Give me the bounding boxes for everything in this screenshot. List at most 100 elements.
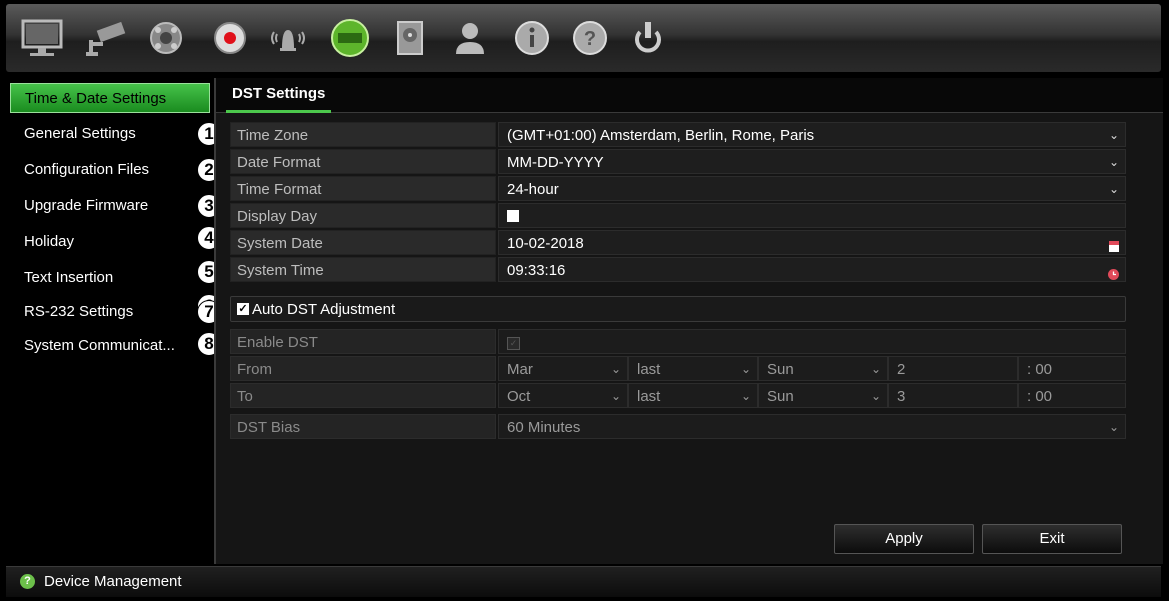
to-week-value: last: [637, 388, 661, 405]
app-window: ? Time & Date Settings General Settings …: [0, 0, 1169, 601]
power-icon[interactable]: [624, 14, 672, 62]
to-hour-field: 3: [888, 383, 1018, 408]
sidebar-item-rs232-settings[interactable]: RS-232 Settings: [10, 297, 210, 327]
to-minutes-field: : 00: [1018, 383, 1126, 408]
system-time-value: 09:33:16: [507, 262, 566, 279]
time-zone-value: (GMT+01:00) Amsterdam, Berlin, Rome, Par…: [507, 127, 815, 144]
chevron-down-icon: ⌄: [740, 362, 751, 376]
display-day-label: Display Day: [230, 203, 496, 228]
tab-dst-settings[interactable]: DST Settings: [226, 78, 332, 113]
dst-from-row: From Mar ⌄ last ⌄ Sun ⌄ 2 : 00: [230, 356, 1126, 382]
time-zone-select[interactable]: (GMT+01:00) Amsterdam, Berlin, Rome, Par…: [498, 122, 1126, 147]
dst-to-row: To Oct ⌄ last ⌄ Sun ⌄ 3 : 00: [230, 383, 1126, 409]
help-icon[interactable]: ?: [20, 574, 35, 589]
system-time-row: System Time 09:33:16: [230, 257, 1126, 283]
exit-button[interactable]: Exit: [982, 524, 1122, 554]
sidebar-item-upgrade-firmware[interactable]: Upgrade Firmware: [10, 191, 210, 221]
from-week-value: last: [637, 361, 661, 378]
chevron-down-icon: ⌄: [870, 389, 881, 403]
user-icon[interactable]: [446, 14, 494, 62]
from-day-value: Sun: [767, 361, 794, 378]
date-format-select[interactable]: MM-DD-YYYY ⌄: [498, 149, 1126, 174]
sidebar-item-text-insertion[interactable]: Text Insertion: [10, 263, 210, 293]
dst-from-label: From: [230, 356, 496, 381]
system-time-field[interactable]: 09:33:16: [498, 257, 1126, 282]
chevron-down-icon: ⌄: [1108, 155, 1119, 169]
chevron-down-icon: ⌄: [1108, 128, 1119, 142]
monitor-icon[interactable]: [18, 14, 66, 62]
to-week-select: last ⌄: [628, 383, 758, 408]
storage-icon[interactable]: [386, 14, 434, 62]
system-time-label: System Time: [230, 257, 496, 282]
sidebar-item-configuration-files[interactable]: Configuration Files: [10, 155, 210, 185]
status-title: Device Management: [44, 573, 182, 590]
to-minutes-value: : 00: [1027, 388, 1053, 405]
time-format-value: 24-hour: [507, 181, 559, 198]
system-date-field[interactable]: 10-02-2018: [498, 230, 1126, 255]
display-day-checkbox[interactable]: [507, 209, 519, 222]
display-day-row: Display Day: [230, 203, 1126, 229]
time-format-select[interactable]: 24-hour ⌄: [498, 176, 1126, 201]
date-format-label: Date Format: [230, 149, 496, 174]
top-menu-bar: ?: [6, 4, 1161, 72]
sidebar-item-time-date-settings[interactable]: Time & Date Settings: [10, 83, 210, 113]
network-icon[interactable]: [142, 14, 190, 62]
enable-dst-field: ✓: [498, 329, 1126, 354]
dst-bias-label: DST Bias: [230, 414, 496, 439]
auto-dst-checkbox[interactable]: ✓: [237, 302, 249, 315]
device-management-icon[interactable]: [326, 14, 374, 62]
from-hour-value: 2: [897, 361, 906, 378]
sidebar-item-system-communication[interactable]: System Communicat...: [10, 331, 210, 361]
display-day-field: [498, 203, 1126, 228]
time-format-row: Time Format 24-hour ⌄: [230, 176, 1126, 202]
auto-dst-label: Auto DST Adjustment: [252, 301, 396, 318]
from-week-select: last ⌄: [628, 356, 758, 381]
sidebar: Time & Date Settings General Settings Co…: [6, 78, 221, 564]
chevron-down-icon: ⌄: [1108, 420, 1119, 434]
from-hour-field: 2: [888, 356, 1018, 381]
svg-text:?: ?: [584, 28, 596, 50]
from-minutes-value: : 00: [1027, 361, 1053, 378]
time-format-label: Time Format: [230, 176, 496, 201]
system-date-row: System Date 10-02-2018: [230, 230, 1126, 256]
to-hour-value: 3: [897, 388, 906, 405]
chevron-down-icon: ⌄: [610, 362, 621, 376]
from-day-select: Sun ⌄: [758, 356, 888, 381]
tab-bar: DST Settings: [216, 78, 1163, 113]
dst-to-label: To: [230, 383, 496, 408]
dst-bias-row: DST Bias 60 Minutes ⌄: [230, 414, 1126, 440]
enable-dst-label: Enable DST: [230, 329, 496, 354]
time-zone-label: Time Zone: [230, 122, 496, 147]
info-icon[interactable]: [508, 14, 556, 62]
chevron-down-icon: ⌄: [870, 362, 881, 376]
system-date-label: System Date: [230, 230, 496, 255]
date-format-value: MM-DD-YYYY: [507, 154, 604, 171]
to-day-select: Sun ⌄: [758, 383, 888, 408]
apply-button[interactable]: Apply: [834, 524, 974, 554]
system-date-value: 10-02-2018: [507, 235, 584, 252]
enable-dst-checkbox: ✓: [507, 336, 520, 350]
alarm-icon[interactable]: [264, 14, 312, 62]
dst-bias-select: 60 Minutes ⌄: [498, 414, 1126, 439]
to-month-value: Oct: [507, 388, 531, 405]
from-month-select: Mar ⌄: [498, 356, 628, 381]
sidebar-item-holiday[interactable]: Holiday: [10, 227, 210, 257]
clock-icon[interactable]: [1108, 264, 1119, 289]
to-day-value: Sun: [767, 388, 794, 405]
settings-panel: DST Settings Time Zone (GMT+01:00) Amste…: [214, 78, 1163, 564]
help-icon[interactable]: ?: [566, 14, 614, 62]
record-icon[interactable]: [206, 14, 254, 62]
chevron-down-icon: ⌄: [610, 389, 621, 403]
enable-dst-row: Enable DST ✓: [230, 329, 1126, 355]
dst-bias-value: 60 Minutes: [507, 419, 581, 436]
to-month-select: Oct ⌄: [498, 383, 628, 408]
sidebar-item-general-settings[interactable]: General Settings: [10, 119, 210, 149]
from-month-value: Mar: [507, 361, 533, 378]
date-format-row: Date Format MM-DD-YYYY ⌄: [230, 149, 1126, 175]
chevron-down-icon: ⌄: [740, 389, 751, 403]
camera-icon[interactable]: [82, 14, 130, 62]
auto-dst-adjustment-row[interactable]: ✓ Auto DST Adjustment: [230, 296, 1126, 322]
chevron-down-icon: ⌄: [1108, 182, 1119, 196]
status-bar: ? Device Management: [6, 566, 1161, 597]
from-minutes-field: : 00: [1018, 356, 1126, 381]
